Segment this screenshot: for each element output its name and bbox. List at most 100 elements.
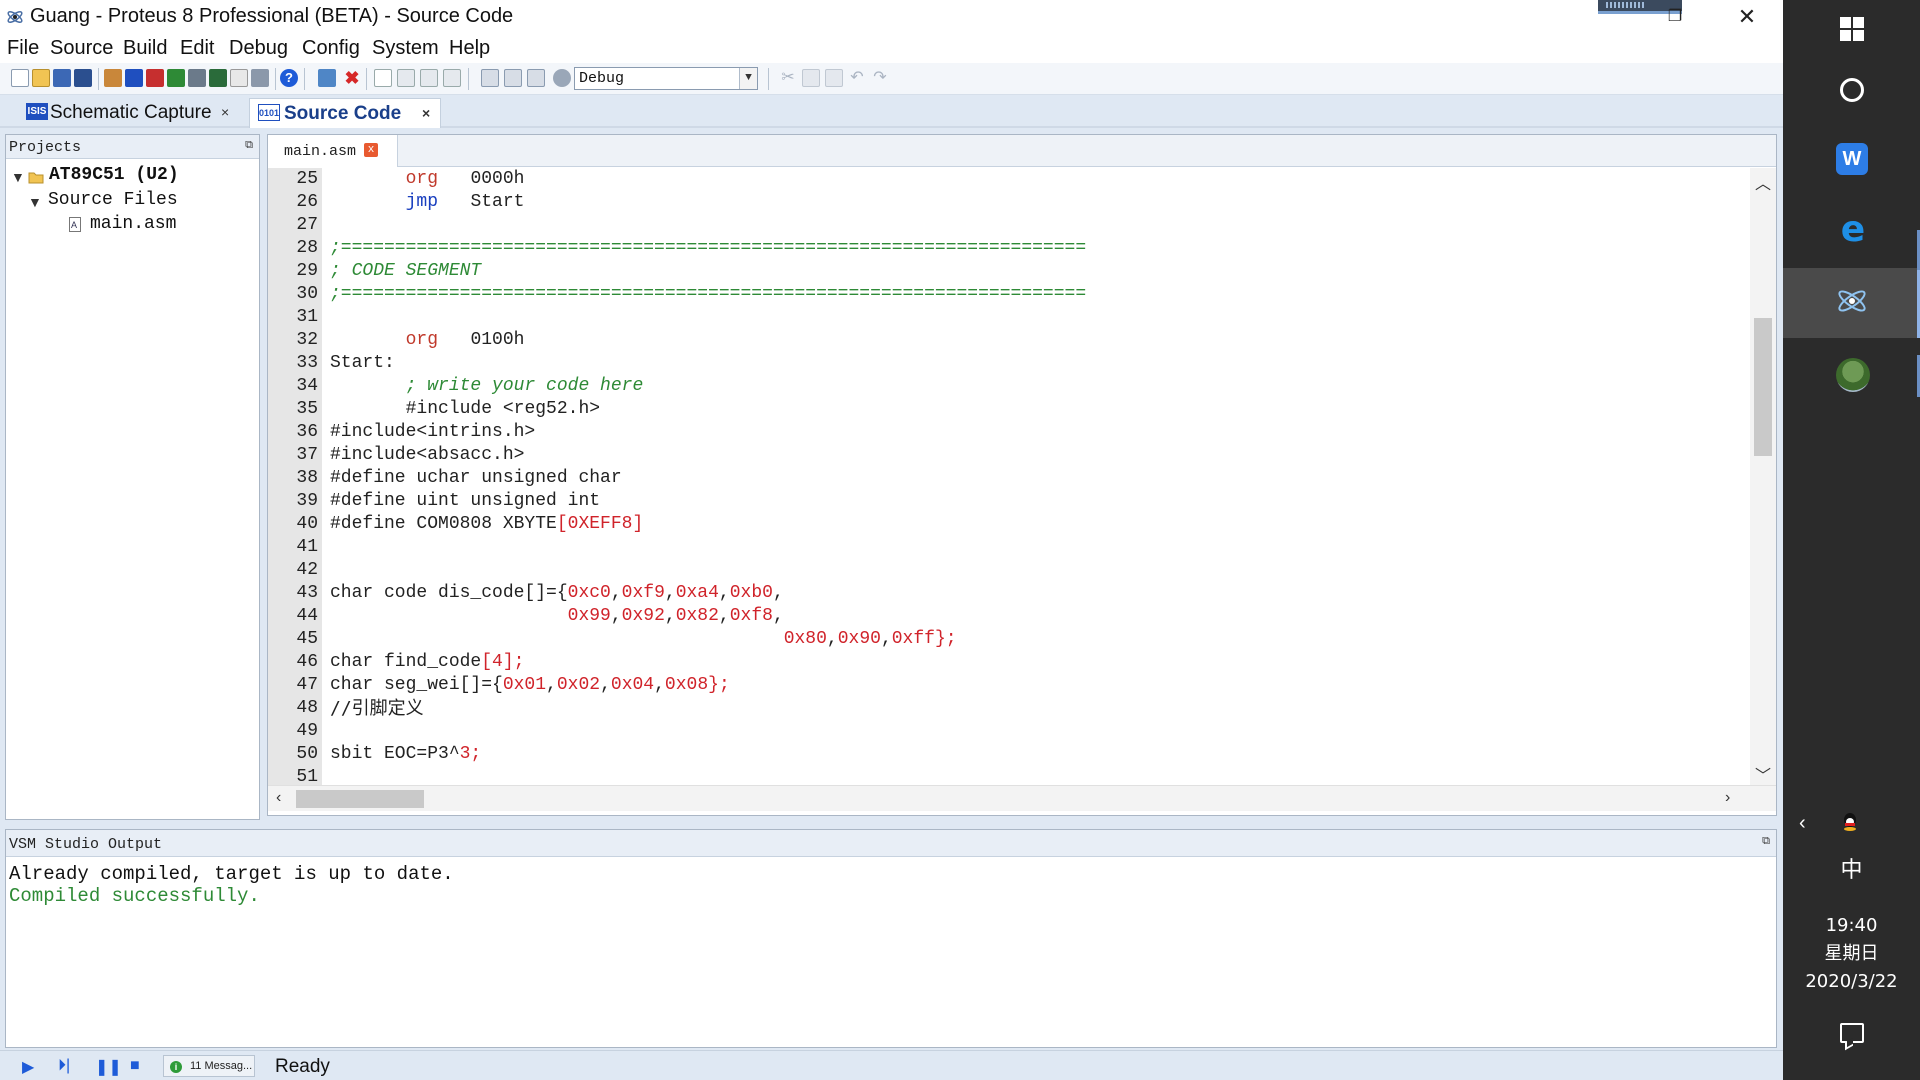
delete-icon[interactable]: ✖	[343, 69, 361, 87]
messages-indicator[interactable]: i 11 Messag...	[163, 1055, 255, 1077]
close-doc-icon[interactable]	[443, 69, 461, 87]
chevron-down-icon[interactable]: ▼	[11, 169, 25, 185]
photo-app-icon[interactable]	[1836, 358, 1870, 392]
help-icon[interactable]: ?	[280, 69, 298, 87]
vertical-scrollbar[interactable]: ︿ ﹀	[1750, 168, 1776, 785]
compile-icon[interactable]	[527, 69, 545, 87]
line-number: 44	[296, 606, 318, 626]
menu-config[interactable]: Config	[302, 37, 360, 60]
schematic-icon[interactable]	[125, 69, 143, 87]
output-line-2: Compiled successfully.	[9, 885, 260, 907]
show-hidden-icons-icon[interactable]: ‹	[1799, 812, 1806, 835]
projects-header: Projects ⧉	[6, 135, 259, 159]
close-button[interactable]: ✕	[1722, 0, 1772, 33]
undo-icon[interactable]: ↶	[848, 69, 866, 87]
tab-schematic-capture[interactable]: ISIS Schematic Capture ×	[18, 98, 238, 128]
menu-source[interactable]: Source	[50, 37, 113, 60]
gerber-icon[interactable]	[167, 69, 185, 87]
pause-icon[interactable]: ❚❚	[95, 1057, 122, 1077]
line-number: 50	[296, 744, 318, 764]
wps-icon[interactable]: W	[1836, 143, 1868, 175]
tree-project-root[interactable]: AT89C51 (U2)	[49, 165, 179, 185]
copy-icon[interactable]	[802, 69, 820, 87]
chevron-down-icon[interactable]: ▼	[28, 194, 42, 210]
system-clock[interactable]: 19:40 星期日 2020/3/22	[1783, 912, 1920, 996]
save-all-icon[interactable]	[74, 69, 92, 87]
scroll-right-icon[interactable]: ›	[1725, 789, 1730, 807]
vertical-scroll-thumb[interactable]	[1754, 318, 1772, 456]
code-area[interactable]: org 0000h jmp Start ;===================…	[330, 168, 1710, 785]
restore-button[interactable]: ❐	[1650, 0, 1700, 33]
close-tab-icon[interactable]: ×	[422, 105, 430, 121]
save-icon[interactable]	[53, 69, 71, 87]
code-line-40: #define COM0808 XBYTE[0XEFF8]	[330, 514, 644, 534]
pcb-icon[interactable]	[146, 69, 164, 87]
tab-source-code[interactable]: 0101 Source Code ×	[249, 98, 441, 128]
menu-build[interactable]: Build	[123, 37, 167, 60]
stop-icon[interactable]: ■	[130, 1057, 140, 1075]
3d-icon[interactable]	[188, 69, 206, 87]
code-line-47: char seg_wei[]={0x01,0x02,0x04,0x08};	[330, 675, 730, 695]
open-folder-icon[interactable]	[32, 69, 50, 87]
file-tabs: main.asm x	[268, 135, 1776, 167]
menu-debug[interactable]: Debug	[229, 37, 288, 60]
pin-icon[interactable]: ⧉	[1762, 836, 1770, 848]
tree-source-files[interactable]: Source Files	[48, 190, 178, 210]
pin-icon[interactable]: ⧉	[245, 140, 253, 152]
step-icon[interactable]: ⏵|	[58, 1057, 70, 1075]
build-config-select[interactable]: Debug ▼	[574, 67, 758, 90]
build-icon[interactable]	[481, 69, 499, 87]
redo-icon[interactable]: ↷	[871, 69, 889, 87]
notification-center-icon[interactable]	[1840, 1023, 1864, 1043]
horizontal-scroll-thumb[interactable]	[296, 790, 424, 808]
svg-text:A: A	[71, 220, 77, 230]
source-tab-icon: 0101	[258, 104, 280, 121]
scroll-up-icon[interactable]: ︿	[1750, 170, 1776, 194]
bom-icon[interactable]	[209, 69, 227, 87]
play-icon[interactable]: ▶	[22, 1057, 34, 1077]
line-number: 42	[296, 560, 318, 580]
line-number: 36	[296, 422, 318, 442]
line-number: 41	[296, 537, 318, 557]
horizontal-scrollbar[interactable]: ‹ ›	[268, 785, 1776, 811]
qq-icon[interactable]	[1841, 812, 1859, 832]
paste-icon[interactable]	[825, 69, 843, 87]
edge-icon[interactable]: e	[1836, 212, 1870, 248]
chevron-down-icon[interactable]: ▼	[739, 68, 757, 89]
windows-start-icon[interactable]	[1840, 17, 1864, 41]
code-line-44: 0x99,0x92,0x82,0xf8,	[567, 606, 784, 626]
tree-file-main-asm[interactable]: main.asm	[90, 214, 176, 234]
scroll-down-icon[interactable]: ﹀	[1750, 762, 1776, 786]
line-number: 48	[296, 698, 318, 718]
cortana-icon[interactable]	[1840, 78, 1864, 102]
close-tab-icon[interactable]: ×	[221, 104, 229, 120]
scroll-left-icon[interactable]: ‹	[276, 789, 281, 807]
info-icon: i	[170, 1061, 182, 1073]
project-folder-icon	[28, 172, 44, 184]
save-doc-icon[interactable]	[420, 69, 438, 87]
cut-icon[interactable]: ✂	[779, 69, 797, 87]
debug-icon[interactable]	[553, 69, 571, 87]
close-file-icon[interactable]: x	[364, 143, 378, 157]
taskbar-proteus[interactable]	[1783, 268, 1920, 338]
home-icon[interactable]	[104, 69, 122, 87]
status-text: Ready	[275, 1056, 330, 1077]
import-icon[interactable]	[318, 69, 336, 87]
notes-icon[interactable]	[230, 69, 248, 87]
code-line-34: ; write your code here	[405, 376, 644, 396]
rebuild-icon[interactable]	[504, 69, 522, 87]
menu-help[interactable]: Help	[449, 37, 490, 60]
new-doc-icon[interactable]	[374, 69, 392, 87]
code-line-35: #include <reg52.h>	[405, 399, 601, 419]
input-method-indicator[interactable]: 中	[1783, 852, 1920, 884]
menu-file[interactable]: File	[7, 37, 39, 60]
source-icon[interactable]	[251, 69, 269, 87]
new-file-icon[interactable]	[11, 69, 29, 87]
menu-edit[interactable]: Edit	[180, 37, 214, 60]
code-line-48: //引脚定义	[330, 698, 424, 719]
open-doc-icon[interactable]	[397, 69, 415, 87]
file-tab-main-asm[interactable]: main.asm x	[268, 135, 398, 167]
tab-label: Schematic Capture	[50, 102, 212, 123]
proteus-window: Guang - Proteus 8 Professional (BETA) - …	[0, 0, 1783, 1080]
menu-system[interactable]: System	[372, 37, 439, 60]
